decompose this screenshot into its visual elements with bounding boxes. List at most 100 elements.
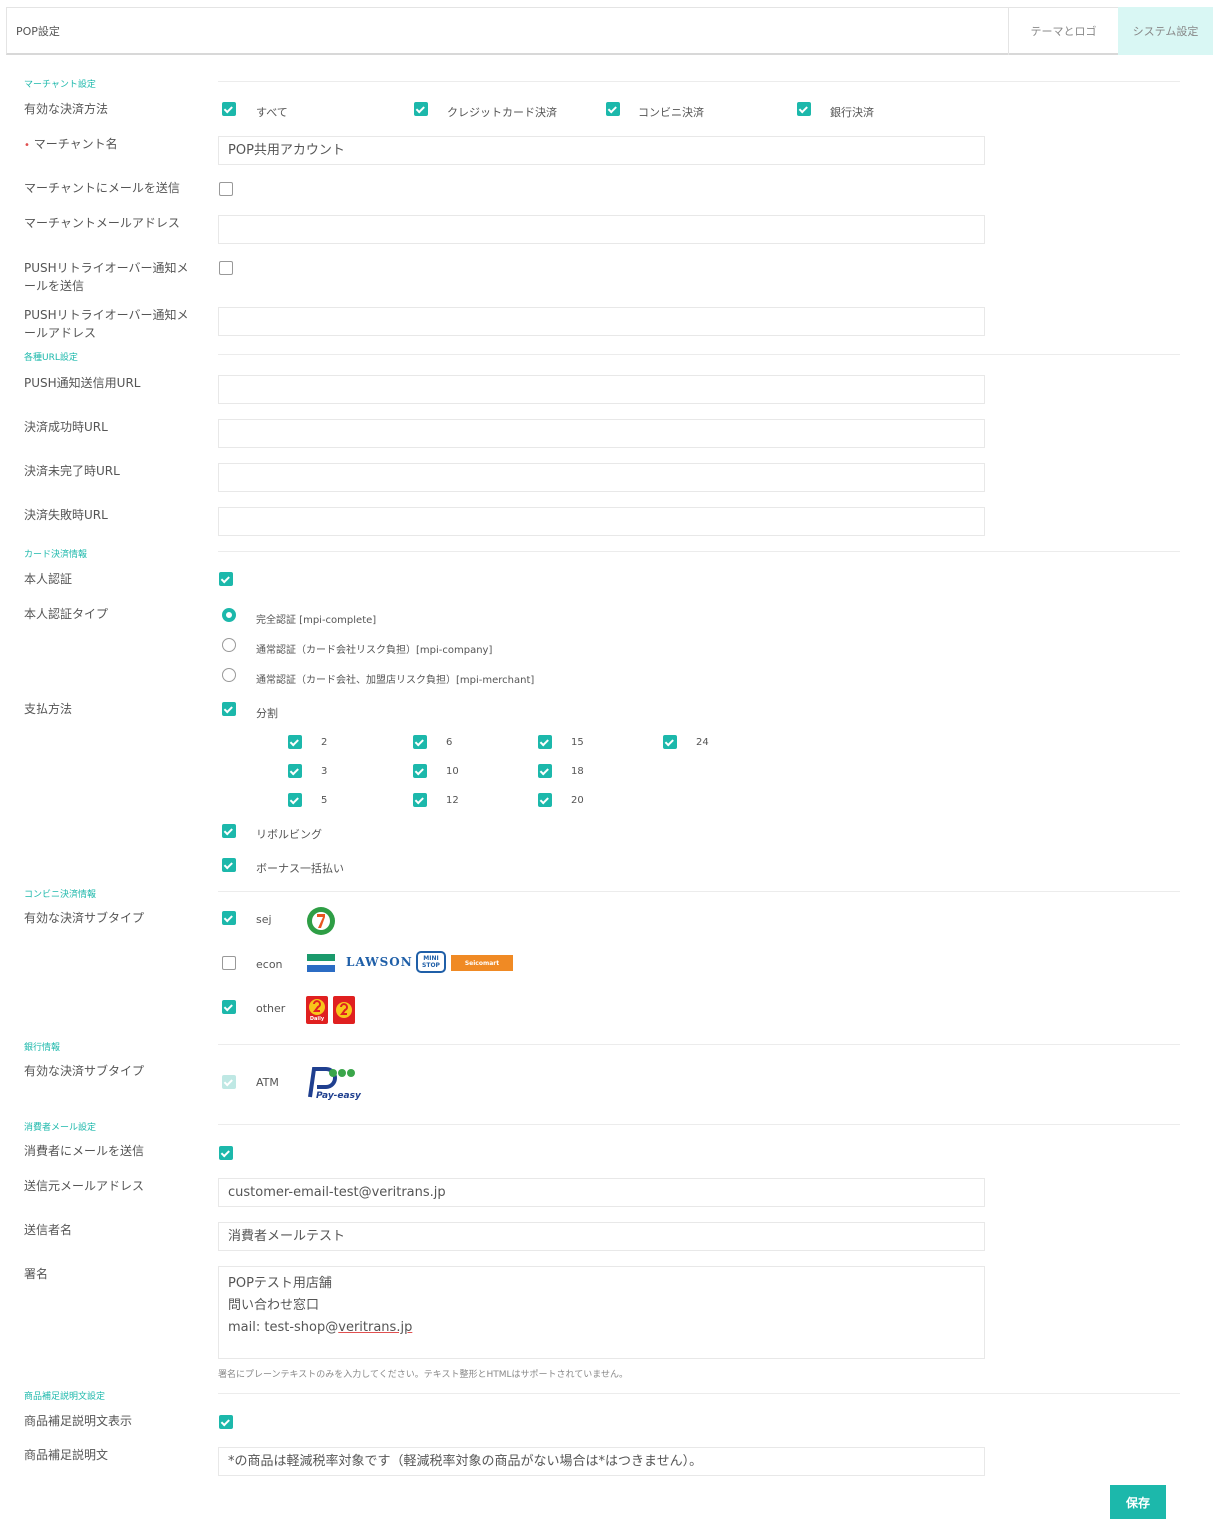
seicomart-logo: Seicomart xyxy=(451,955,513,971)
incomplete-url-input[interactable] xyxy=(218,463,985,492)
option-all: すべて xyxy=(256,106,288,119)
push-url-input[interactable] xyxy=(218,375,985,404)
checkbox-installment-12[interactable] xyxy=(413,793,427,807)
label-push-retry-send: PUSHリトライオーバー通知メ ールを送信 xyxy=(24,259,199,295)
checkbox-3ds-auth[interactable] xyxy=(219,572,233,586)
label-auth-type: 本人認証タイプ xyxy=(24,607,109,621)
failure-url-input[interactable] xyxy=(218,507,985,536)
checkbox-all[interactable] xyxy=(222,102,236,116)
label-merchant-name: • マーチャント名 xyxy=(24,135,199,155)
section-consumer-mail: 消費者メール設定 xyxy=(24,1123,97,1133)
installment-value: 5 xyxy=(321,795,328,806)
section-card: カード決済情報 xyxy=(24,550,88,560)
seven-eleven-logo xyxy=(306,906,336,940)
signature-textarea[interactable]: POPテスト用店舗 問い合わせ窓口 mail: test-shop@veritr… xyxy=(218,1266,985,1359)
divider xyxy=(218,81,1180,82)
installment-value: 12 xyxy=(446,795,459,806)
checkbox-installment-20[interactable] xyxy=(538,793,552,807)
installment-value: 18 xyxy=(571,766,584,777)
checkbox-installment-3[interactable] xyxy=(288,764,302,778)
checkbox-revolving[interactable] xyxy=(222,824,236,838)
section-urls: 各種URL設定 xyxy=(24,353,78,363)
daily-yamazaki-logo: Daily xyxy=(306,996,328,1024)
push-retry-address-input[interactable] xyxy=(218,307,985,336)
radio-mpi-merchant[interactable] xyxy=(222,668,236,682)
checkbox-sej[interactable] xyxy=(222,911,236,925)
installment-value: 20 xyxy=(571,795,584,806)
label-merchant-name-text: マーチャント名 xyxy=(33,137,118,151)
option-sej: sej xyxy=(256,913,272,926)
checkbox-installment-2[interactable] xyxy=(288,735,302,749)
checkbox-atm[interactable] xyxy=(222,1075,236,1089)
sender-name-input[interactable]: 消費者メールテスト xyxy=(218,1222,985,1251)
checkbox-installment-24[interactable] xyxy=(663,735,677,749)
section-product-note: 商品補足説明文設定 xyxy=(24,1392,106,1402)
label-show-product-note: 商品補足説明文表示 xyxy=(24,1414,133,1428)
checkbox-bank[interactable] xyxy=(797,102,811,116)
checkbox-econ[interactable] xyxy=(222,956,236,970)
label-signature: 署名 xyxy=(24,1267,49,1281)
required-mark: • xyxy=(24,140,30,151)
checkbox-installment-6[interactable] xyxy=(413,735,427,749)
merchant-mail-address-input[interactable] xyxy=(218,215,985,244)
installment-value: 2 xyxy=(321,737,328,748)
label-3ds-auth: 本人認証 xyxy=(24,572,73,586)
label-sender-name: 送信者名 xyxy=(24,1223,73,1237)
option-bank: 銀行決済 xyxy=(830,106,874,119)
signature-line: 問い合わせ窓口 xyxy=(228,1298,320,1313)
page-title: POP設定 xyxy=(16,25,60,38)
signature-hint: 署名にプレーンテキストのみを入力してください。テキスト整形とHTMLはサポートさ… xyxy=(218,1370,628,1380)
label-line: ールアドレス xyxy=(24,326,97,340)
label-line: PUSHリトライオーバー通知メ xyxy=(24,261,189,275)
checkbox-send-merchant-mail[interactable] xyxy=(219,182,233,196)
checkbox-other[interactable] xyxy=(222,1000,236,1014)
option-atm: ATM xyxy=(256,1076,279,1089)
radio-mpi-complete[interactable] xyxy=(222,608,236,622)
installment-value: 24 xyxy=(696,737,709,748)
success-url-input[interactable] xyxy=(218,419,985,448)
label-line: PUSHリトライオーバー通知メ xyxy=(24,308,189,322)
signature-mail-domain: veritrans.jp xyxy=(338,1320,413,1335)
checkbox-show-product-note[interactable] xyxy=(219,1415,233,1429)
checkbox-send-consumer-mail[interactable] xyxy=(219,1146,233,1160)
installment-value: 6 xyxy=(446,737,453,748)
checkbox-installment-15[interactable] xyxy=(538,735,552,749)
yamazaki-logo xyxy=(333,996,355,1024)
divider xyxy=(218,551,1180,552)
from-address-input[interactable]: customer-email-test@veritrans.jp xyxy=(218,1178,985,1207)
checkbox-installment[interactable] xyxy=(222,702,236,716)
tab-theme-logo[interactable]: テーマとロゴ xyxy=(1008,7,1118,55)
divider xyxy=(218,1393,1180,1394)
daily-text: Daily xyxy=(309,1016,325,1022)
option-revolving: リボルビング xyxy=(256,828,322,841)
divider xyxy=(218,1044,1180,1045)
product-note-input[interactable]: *の商品は軽減税率対象です（軽減税率対象の商品がない場合は*はつきません）。 xyxy=(218,1447,985,1476)
label-product-note: 商品補足説明文 xyxy=(24,1448,109,1462)
option-mpi-merchant: 通常認証（カード会社、加盟店リスク負担）[mpi-merchant] xyxy=(256,675,535,686)
checkbox-credit-card[interactable] xyxy=(414,102,428,116)
tab-system-settings[interactable]: システム設定 xyxy=(1118,7,1213,55)
signature-line: POPテスト用店舗 xyxy=(228,1276,332,1291)
option-other: other xyxy=(256,1002,286,1015)
checkbox-convenience[interactable] xyxy=(606,102,620,116)
checkbox-installment-10[interactable] xyxy=(413,764,427,778)
divider xyxy=(218,354,1180,355)
checkbox-push-retry-send[interactable] xyxy=(219,261,233,275)
option-installment: 分割 xyxy=(256,707,278,720)
radio-mpi-company[interactable] xyxy=(222,638,236,652)
option-convenience: コンビニ決済 xyxy=(638,106,704,119)
label-pay-method: 支払方法 xyxy=(24,702,73,716)
payeasy-logo: Pay-easy xyxy=(300,1063,362,1105)
save-button[interactable]: 保存 xyxy=(1110,1485,1166,1519)
checkbox-bonus[interactable] xyxy=(222,858,236,872)
checkbox-installment-18[interactable] xyxy=(538,764,552,778)
label-push-retry-address: PUSHリトライオーバー通知メ ールアドレス xyxy=(24,306,199,342)
label-success-url: 決済成功時URL xyxy=(24,420,108,434)
label-bank-subtype: 有効な決済サブタイプ xyxy=(24,1064,145,1078)
option-mpi-company: 通常認証（カード会社リスク負担）[mpi-company] xyxy=(256,645,493,656)
merchant-name-input[interactable]: POP共用アカウント xyxy=(218,136,985,165)
checkbox-installment-5[interactable] xyxy=(288,793,302,807)
option-bonus: ボーナス一括払い xyxy=(256,862,344,875)
label-line: ールを送信 xyxy=(24,279,85,293)
label-from-address: 送信元メールアドレス xyxy=(24,1179,145,1193)
